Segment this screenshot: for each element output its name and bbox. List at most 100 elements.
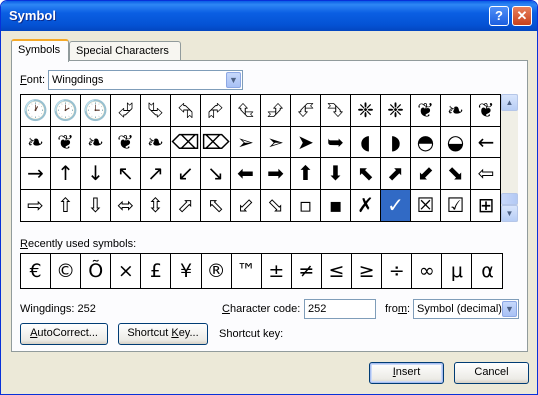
recent-symbols-grid: € © Õ × £ ¥ ® ™ ± ≠ ≤ ≥ ÷ ∞ μ α xyxy=(20,253,503,289)
symbol-cell[interactable]: ↑ xyxy=(51,158,81,190)
symbol-cell[interactable]: ⬉ xyxy=(351,158,381,190)
recent-symbol-cell[interactable]: ≠ xyxy=(292,254,322,288)
symbol-cell[interactable]: ❧ xyxy=(141,126,171,158)
cancel-button[interactable]: Cancel xyxy=(454,362,529,384)
chevron-down-icon[interactable]: ▼ xyxy=(226,72,241,88)
symbol-cell[interactable]: ❈ xyxy=(381,95,411,127)
font-select-value: Wingdings xyxy=(52,74,104,86)
symbol-cell[interactable]: ◓ xyxy=(411,126,441,158)
recent-symbol-cell[interactable]: ™ xyxy=(232,254,262,288)
symbol-cell[interactable]: ⇳ xyxy=(141,189,171,221)
recent-symbol-cell[interactable]: α xyxy=(472,254,502,288)
character-code-input[interactable]: 252 xyxy=(304,299,376,319)
symbol-cell[interactable]: ⌦ xyxy=(201,126,231,158)
symbol-cell[interactable]: ⬅ xyxy=(231,158,261,190)
symbol-cell[interactable]: 🕒 xyxy=(81,95,111,127)
symbol-cell[interactable]: ⬇ xyxy=(321,158,351,190)
scroll-thumb[interactable] xyxy=(501,193,518,205)
symbol-cell[interactable]: ✓ xyxy=(381,189,411,221)
symbol-cell[interactable]: ➢ xyxy=(231,126,261,158)
symbol-cell[interactable]: ← xyxy=(471,127,501,158)
title-bar[interactable]: Symbol ? ✕ xyxy=(1,1,537,31)
symbol-cell[interactable]: ➤ xyxy=(291,126,321,158)
symbol-cell[interactable]: ❈ xyxy=(351,95,381,127)
symbol-cell[interactable]: ➡ xyxy=(261,158,291,190)
chevron-down-icon[interactable]: ▼ xyxy=(502,301,517,317)
symbol-cell[interactable]: ➣ xyxy=(261,126,291,158)
scroll-up-arrow-icon[interactable]: ▲ xyxy=(501,94,518,111)
symbol-cell[interactable]: ⮰ xyxy=(111,95,141,127)
symbol-cell[interactable]: ☒ xyxy=(411,189,441,221)
help-button[interactable]: ? xyxy=(489,6,509,26)
from-select[interactable]: Symbol (decimal) ▼ xyxy=(413,299,519,319)
recent-symbol-cell[interactable]: μ xyxy=(442,254,473,288)
recent-symbol-cell[interactable]: ± xyxy=(262,254,292,288)
recent-symbol-cell[interactable]: € xyxy=(21,254,52,288)
symbol-cell[interactable]: ⬂ xyxy=(261,189,291,221)
symbol-cell[interactable]: ⮴ xyxy=(231,95,261,127)
symbol-cell[interactable]: → xyxy=(21,158,51,190)
symbol-cell[interactable]: ❧ xyxy=(441,95,471,127)
symbol-cell[interactable]: ⇧ xyxy=(51,189,81,221)
close-button[interactable]: ✕ xyxy=(512,6,532,26)
symbol-cell[interactable]: ⊞ xyxy=(471,190,501,222)
recent-symbol-cell[interactable]: ∞ xyxy=(412,254,443,288)
tab-symbols[interactable]: Symbols xyxy=(11,39,69,62)
symbol-cell[interactable]: ✗ xyxy=(351,189,381,221)
symbol-cell[interactable]: 🕐 xyxy=(21,95,51,127)
symbol-cell[interactable]: ↙ xyxy=(171,158,201,190)
symbol-cell[interactable]: ↗ xyxy=(141,158,171,190)
symbol-cell[interactable]: ↖ xyxy=(111,158,141,190)
symbol-cell[interactable]: ⬄ xyxy=(111,189,141,221)
recent-symbol-cell[interactable]: © xyxy=(51,254,82,288)
symbol-cell[interactable]: ⬃ xyxy=(231,189,261,221)
shortcut-key-button[interactable]: Shortcut Key... xyxy=(118,323,208,345)
autocorrect-button[interactable]: AutoCorrect... xyxy=(20,323,108,345)
recent-symbol-cell[interactable]: ÷ xyxy=(382,254,413,288)
symbol-cell[interactable]: ⮳ xyxy=(201,95,231,127)
recent-symbol-cell[interactable]: ≥ xyxy=(352,254,383,288)
tab-special-characters[interactable]: Special Characters xyxy=(69,41,181,61)
symbol-cell[interactable]: ❧ xyxy=(21,126,51,158)
recent-symbol-cell[interactable]: × xyxy=(111,254,142,288)
symbol-cell[interactable]: ▫ xyxy=(291,189,321,221)
symbol-cell[interactable]: ◒ xyxy=(441,126,471,158)
symbol-cell[interactable]: ⬈ xyxy=(381,158,411,190)
recent-symbol-cell[interactable]: ® xyxy=(202,254,232,288)
symbol-cell[interactable]: ⇦ xyxy=(471,158,501,190)
recent-symbol-cell[interactable]: ¥ xyxy=(171,254,202,288)
symbol-cell[interactable]: ➥ xyxy=(321,126,351,158)
symbol-cell[interactable]: ❧ xyxy=(81,126,111,158)
symbol-cell[interactable]: ⬊ xyxy=(441,158,471,190)
symbol-cell[interactable]: ⬁ xyxy=(201,189,231,221)
symbol-cell[interactable]: ⮶ xyxy=(291,95,321,127)
recent-symbol-cell[interactable]: ≤ xyxy=(322,254,353,288)
symbol-cell[interactable]: ❦ xyxy=(111,126,141,158)
scroll-down-arrow-icon[interactable]: ▼ xyxy=(501,205,518,222)
symbol-cell[interactable]: ⮲ xyxy=(171,95,201,127)
symbol-cell[interactable]: ❦ xyxy=(471,95,501,127)
symbol-cell[interactable]: ⮱ xyxy=(141,95,171,127)
recent-symbol-cell[interactable]: Õ xyxy=(81,254,112,288)
symbol-cell[interactable]: ⇨ xyxy=(21,189,51,221)
symbol-cell[interactable]: ⮵ xyxy=(261,95,291,127)
symbol-cell[interactable]: ↘ xyxy=(201,158,231,190)
symbol-cell[interactable]: ⬋ xyxy=(411,158,441,190)
symbol-cell[interactable]: ⇩ xyxy=(81,189,111,221)
symbol-cell[interactable]: ◖ xyxy=(351,126,381,158)
insert-button[interactable]: Insert xyxy=(369,362,444,384)
symbol-grid-scrollbar[interactable]: ▲ ▼ xyxy=(501,94,518,222)
symbol-cell[interactable]: ⬆ xyxy=(291,158,321,190)
symbol-cell[interactable]: ☑ xyxy=(441,189,471,221)
symbol-cell[interactable]: ⬀ xyxy=(171,189,201,221)
symbol-cell[interactable]: ⌫ xyxy=(171,126,201,158)
font-select[interactable]: Wingdings ▼ xyxy=(48,70,243,90)
symbol-cell[interactable]: 🕑 xyxy=(51,95,81,127)
symbol-cell[interactable]: ❦ xyxy=(411,95,441,127)
symbol-cell[interactable]: ↓ xyxy=(81,158,111,190)
symbol-cell[interactable]: ▪ xyxy=(321,189,351,221)
recent-symbol-cell[interactable]: £ xyxy=(141,254,172,288)
symbol-cell[interactable]: ◗ xyxy=(381,126,411,158)
symbol-cell[interactable]: ⮷ xyxy=(321,95,351,127)
symbol-cell[interactable]: ❦ xyxy=(51,126,81,158)
